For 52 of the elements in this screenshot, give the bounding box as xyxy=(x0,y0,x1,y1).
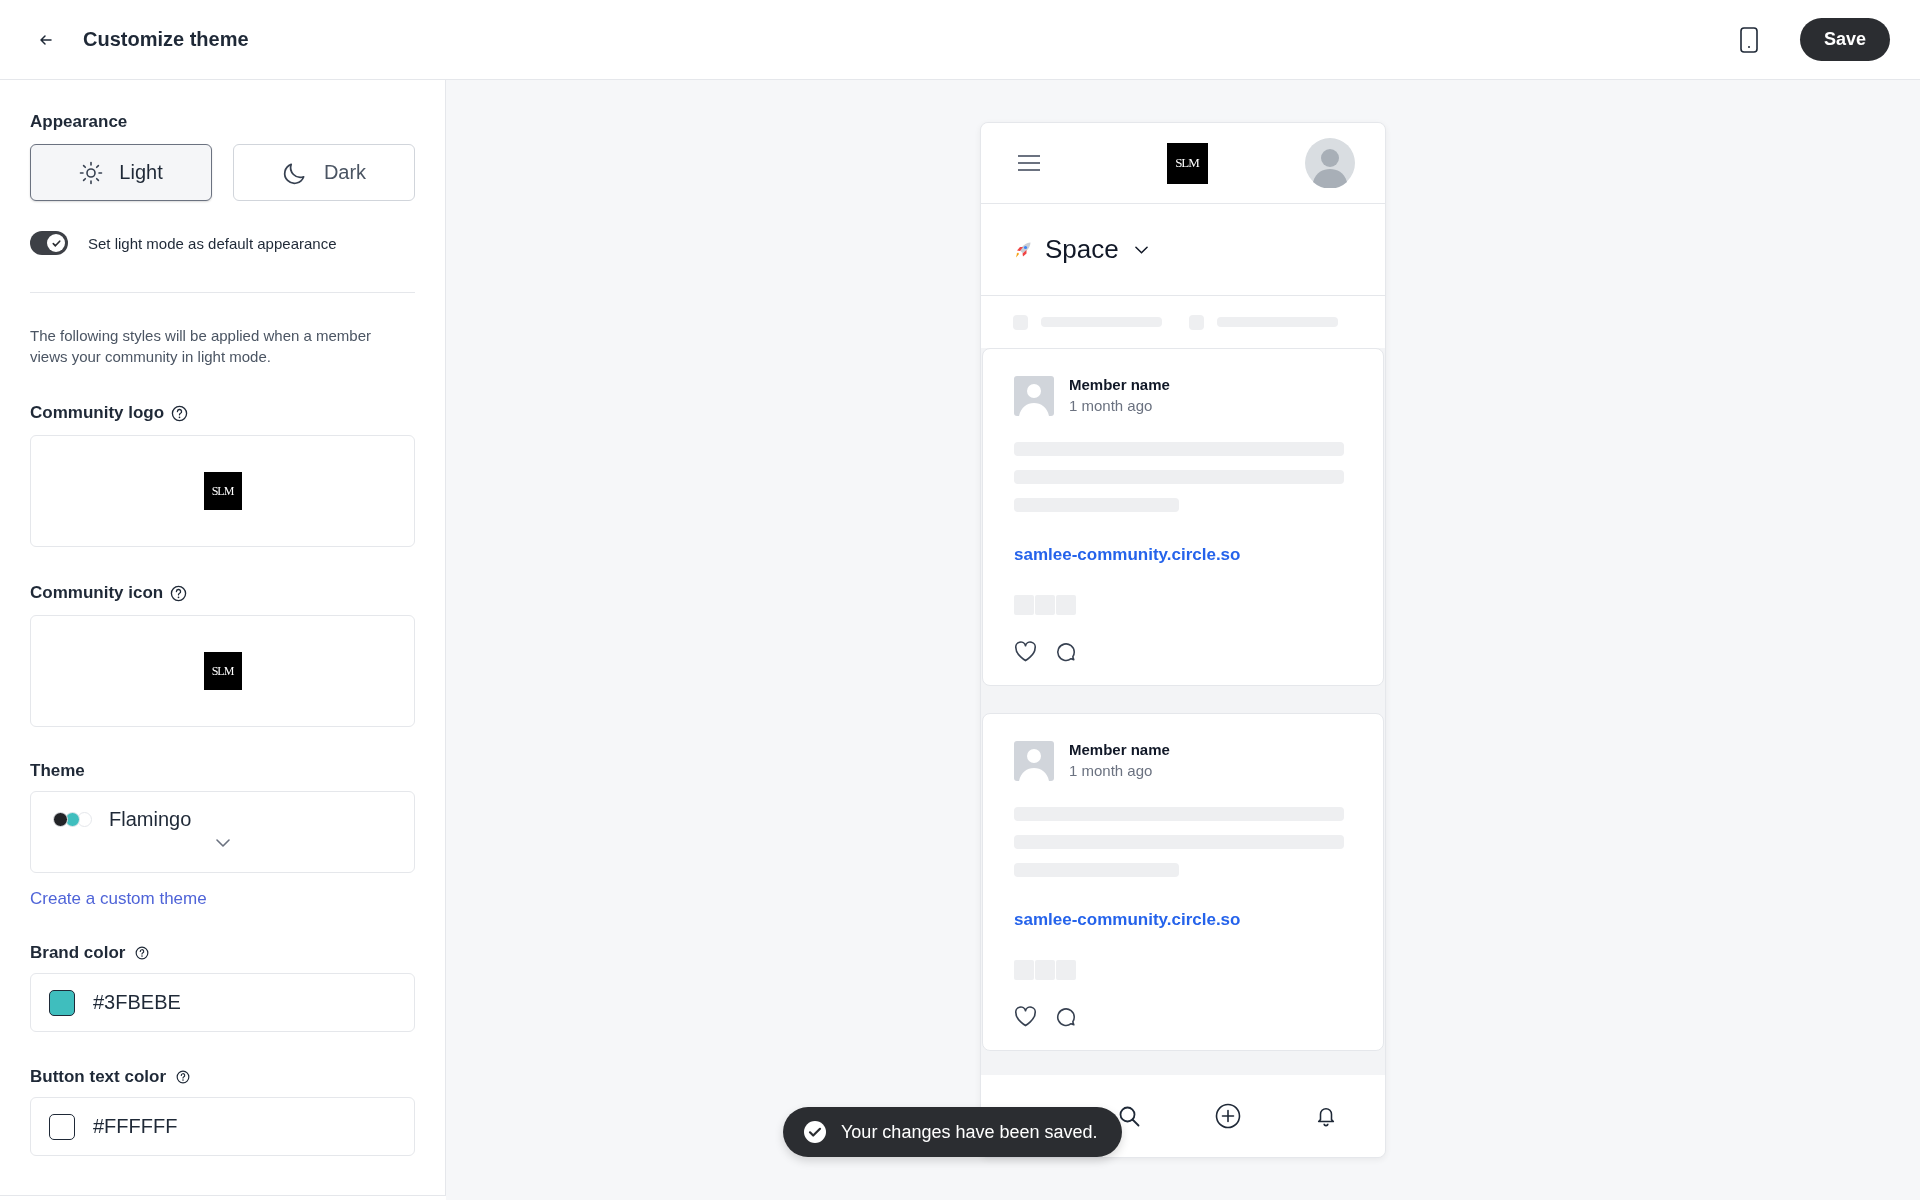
appearance-option[interactable]: Light xyxy=(30,144,212,201)
mobile-preview-icon[interactable] xyxy=(1739,26,1758,53)
help-icon[interactable] xyxy=(176,1070,190,1084)
color-swatch[interactable] xyxy=(49,989,75,1016)
heart-icon[interactable] xyxy=(1014,1006,1037,1027)
help-icon[interactable] xyxy=(135,946,150,960)
comment-icon[interactable] xyxy=(1055,641,1077,663)
toggle-label: Set light mode as default appearance xyxy=(88,234,337,252)
chevron-down-icon[interactable] xyxy=(1134,245,1148,254)
community-logo: SLM xyxy=(1166,142,1208,184)
logo-upload-area[interactable]: SLM xyxy=(30,435,415,547)
community-logo: SLM xyxy=(203,472,242,510)
save-button[interactable]: Save xyxy=(1799,18,1890,61)
bell-icon[interactable] xyxy=(1315,1105,1337,1127)
heart-icon[interactable] xyxy=(1014,641,1037,662)
section-label: Community icon xyxy=(30,583,164,603)
author-name: Member name xyxy=(1069,741,1170,758)
color-input-field[interactable]: #FFFFFF xyxy=(30,1097,415,1156)
community-link[interactable]: samlee-community.circle.so xyxy=(1014,545,1352,565)
color-input-field[interactable]: #3FBEBE xyxy=(30,973,415,1032)
search-icon[interactable] xyxy=(1117,1104,1141,1128)
space-title[interactable]: Space xyxy=(1045,234,1119,265)
section-label: Brand color xyxy=(30,943,126,963)
author-name: Member name xyxy=(1069,376,1170,393)
help-icon[interactable] xyxy=(170,584,188,602)
description-text: The following styles will be applied when a member views your community in light mode. xyxy=(30,326,372,367)
default-appearance-toggle[interactable] xyxy=(30,231,68,255)
toast-message: Your changes have been saved. xyxy=(841,1121,1098,1143)
menu-icon[interactable] xyxy=(1017,154,1041,172)
community-link[interactable]: samlee-community.circle.so xyxy=(1014,910,1352,930)
page-title: Customize theme xyxy=(83,28,249,51)
sun-icon xyxy=(79,160,104,185)
post-time: 1 month ago xyxy=(1069,397,1154,414)
section-label: Button text color xyxy=(30,1067,166,1087)
theme-select[interactable]: Flamingo xyxy=(30,791,415,873)
avatar-placeholder xyxy=(1014,376,1054,416)
check-icon xyxy=(50,237,62,249)
create-theme-link[interactable]: Create a custom theme xyxy=(30,889,415,909)
post-time: 1 month ago xyxy=(1069,762,1154,779)
help-icon[interactable] xyxy=(171,404,189,422)
avatar-placeholder xyxy=(1014,741,1054,781)
section-label: Community logo xyxy=(30,403,165,423)
add-icon[interactable] xyxy=(1215,1103,1241,1129)
appearance-option[interactable]: Dark xyxy=(233,144,415,201)
chevron-down-icon xyxy=(215,839,230,847)
section-label: Theme xyxy=(30,761,86,781)
check-circle-icon xyxy=(803,1120,827,1144)
section-label: Appearance xyxy=(30,112,129,132)
logo-upload-area[interactable]: SLM xyxy=(30,615,415,727)
community-logo: SLM xyxy=(203,652,242,690)
comment-icon[interactable] xyxy=(1055,1006,1077,1028)
color-swatch[interactable] xyxy=(49,1113,75,1140)
